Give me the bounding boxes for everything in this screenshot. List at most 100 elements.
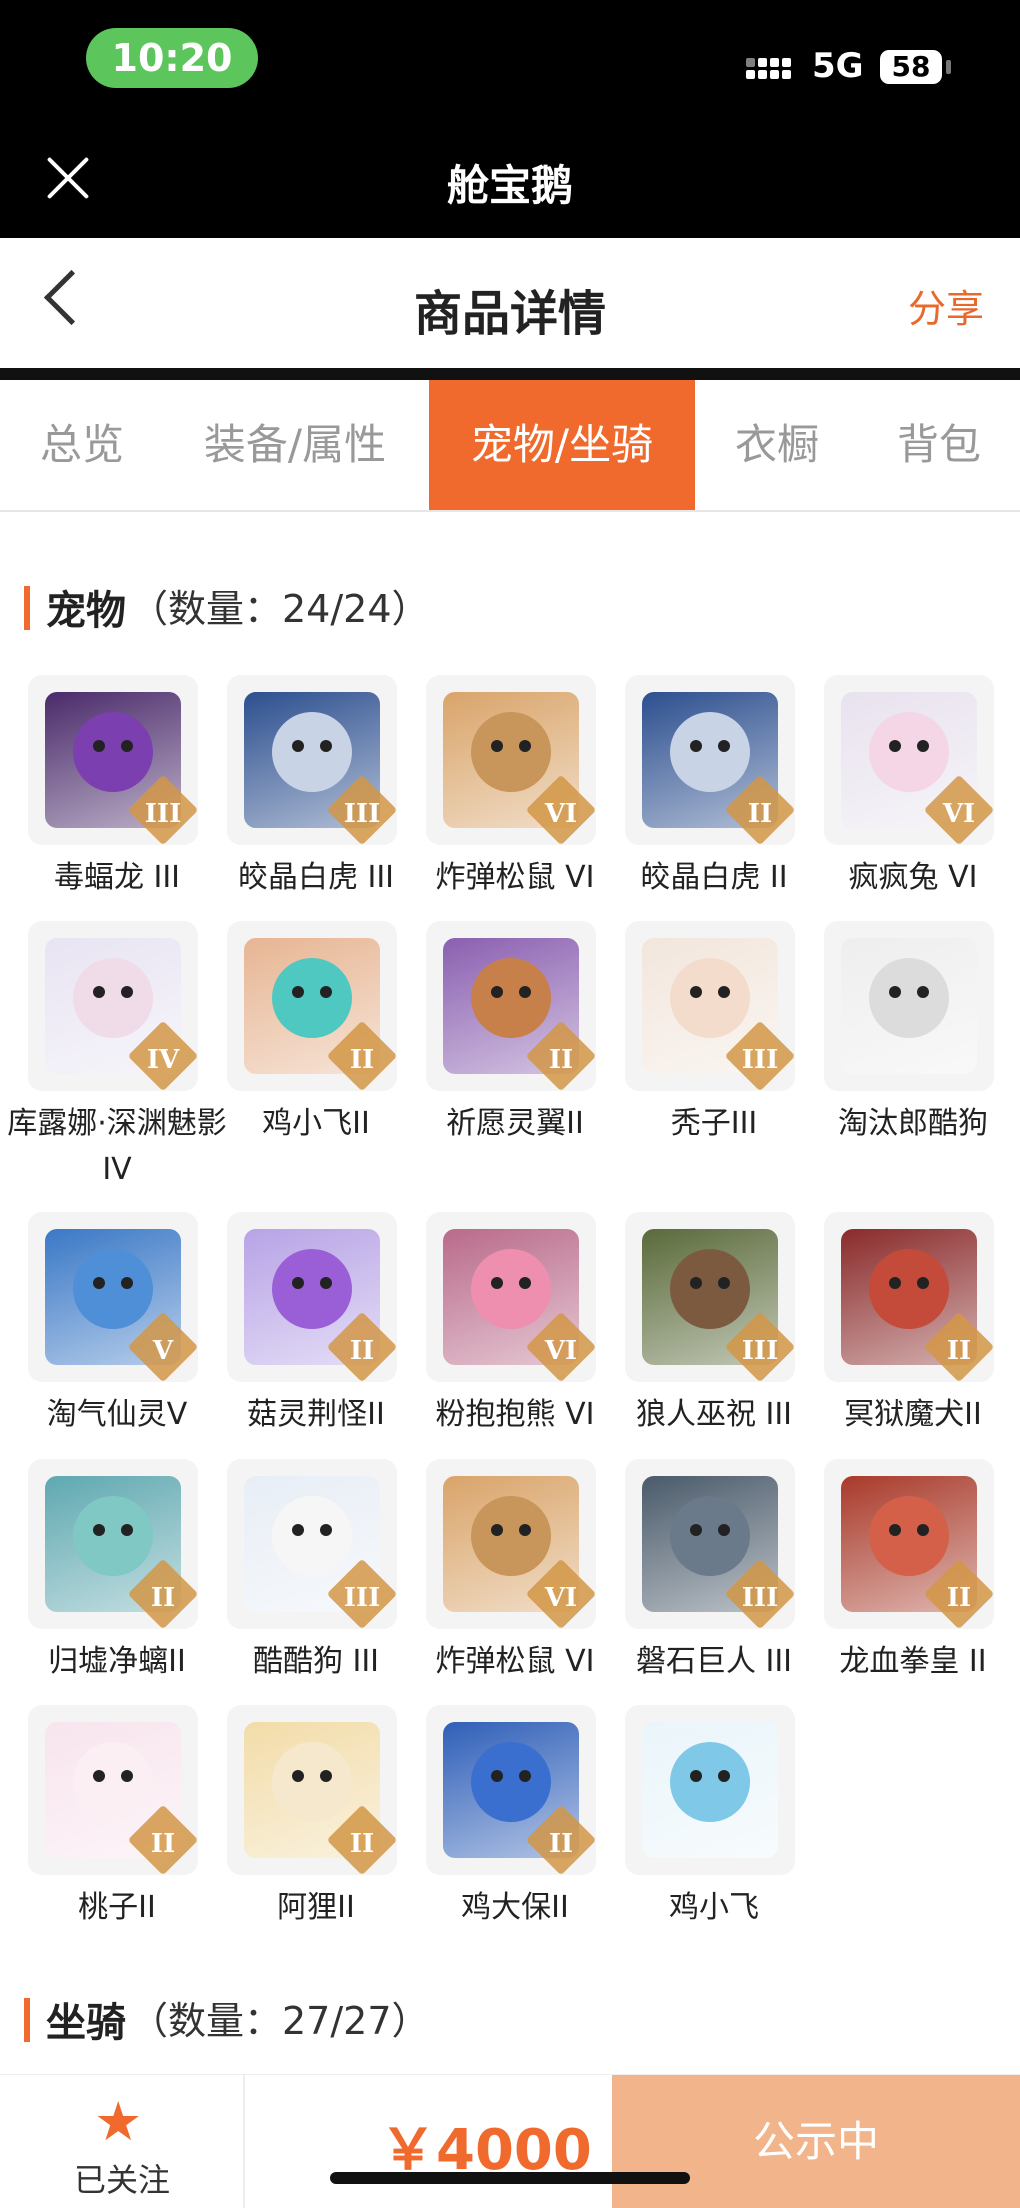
pet-thumbnail[interactable] <box>824 921 994 1091</box>
pet-name: 归墟净螭II <box>48 1644 186 1679</box>
pet-eye <box>491 1770 503 1782</box>
grade-badge-text: II <box>150 1583 176 1613</box>
pet-eye <box>889 1524 901 1536</box>
pet-eye <box>690 740 702 752</box>
status-button[interactable]: 公示中 <box>612 2075 1020 2208</box>
pet-thumbnail[interactable]: II <box>426 921 596 1091</box>
pet-thumbnail[interactable]: III <box>625 1459 795 1629</box>
app-title: 舱宝鹅 <box>446 161 573 210</box>
tab-overview[interactable]: 总览 <box>0 380 164 510</box>
pet-thumbnail[interactable]: II <box>227 1212 397 1382</box>
pet-name: 炸弹松鼠 VI <box>435 860 595 895</box>
pet-figure <box>471 1742 551 1822</box>
pet-eye <box>292 1524 304 1536</box>
pet-eye <box>93 1277 105 1289</box>
pet-thumbnail[interactable]: III <box>625 921 795 1091</box>
pet-name: 库露娜·深渊魅影IV <box>7 1106 227 1187</box>
grade-badge-text: II <box>946 1336 972 1366</box>
tab-pets-mounts[interactable]: 宠物/坐骑 <box>429 380 695 510</box>
pet-thumbnail[interactable]: II <box>227 921 397 1091</box>
star-icon[interactable]: ★ <box>94 2095 142 2149</box>
pet-thumbnail[interactable]: III <box>227 675 397 845</box>
tab-wardrobe[interactable]: 衣橱 <box>712 380 842 510</box>
pet-eye <box>519 1277 531 1289</box>
pet-name: 磐石巨人 III <box>635 1644 793 1679</box>
pet-eye <box>917 1524 929 1536</box>
pet-figure <box>73 958 153 1038</box>
pet-eye <box>320 1770 332 1782</box>
pet-thumbnail[interactable]: II <box>227 1705 397 1875</box>
pet-name: 粉抱抱熊 VI <box>435 1397 595 1432</box>
pet-figure <box>869 958 949 1038</box>
pet-eye <box>93 1770 105 1782</box>
pet-thumbnail[interactable]: II <box>824 1212 994 1382</box>
pet-figure <box>670 1249 750 1329</box>
section-count: （数量：24/24） <box>130 587 430 631</box>
pet-figure <box>670 1496 750 1576</box>
pet-eye <box>917 740 929 752</box>
pet-thumbnail[interactable]: III <box>625 1212 795 1382</box>
pet-eye <box>121 1277 133 1289</box>
pet-thumbnail[interactable]: IV <box>28 921 198 1091</box>
pet-thumbnail[interactable]: II <box>28 1705 198 1875</box>
pet-eye <box>491 740 503 752</box>
pet-thumbnail[interactable]: V <box>28 1212 198 1382</box>
pet-eye <box>690 986 702 998</box>
tab-equipment[interactable]: 装备/属性 <box>184 380 406 510</box>
pet-name: 桃子II <box>78 1890 156 1925</box>
signal-icon <box>746 56 802 86</box>
divider <box>0 368 1020 380</box>
grade-badge-text: VI <box>942 799 976 829</box>
pet-name: 冥狱魔犬II <box>844 1397 982 1432</box>
pet-thumbnail[interactable]: VI <box>426 1459 596 1629</box>
section-accent-bar <box>24 1998 30 2042</box>
pet-name: 炸弹松鼠 VI <box>435 1644 595 1679</box>
pet-figure <box>272 1742 352 1822</box>
pet-eye <box>320 740 332 752</box>
pet-figure <box>471 1249 551 1329</box>
tab-backpack[interactable]: 背包 <box>872 380 1006 510</box>
pet-eye <box>491 986 503 998</box>
grade-badge-text: II <box>548 1829 574 1859</box>
grade-badge-text: III <box>343 1583 381 1613</box>
grade-badge-text: III <box>741 1336 779 1366</box>
network-label: 5G <box>812 46 864 86</box>
pet-figure <box>670 712 750 792</box>
pet-eye <box>690 1770 702 1782</box>
pet-figure <box>73 1496 153 1576</box>
home-indicator <box>330 2172 690 2184</box>
share-button[interactable]: 分享 <box>908 278 984 333</box>
pet-name: 鸡大保II <box>461 1890 569 1925</box>
grade-badge-text: II <box>747 799 773 829</box>
pet-eye <box>889 986 901 998</box>
pet-eye <box>718 740 730 752</box>
pet-eye <box>519 740 531 752</box>
pet-eye <box>292 986 304 998</box>
pet-thumbnail[interactable] <box>625 1705 795 1875</box>
pet-thumbnail[interactable]: II <box>426 1705 596 1875</box>
pet-eye <box>121 1770 133 1782</box>
pet-thumbnail[interactable]: III <box>28 675 198 845</box>
grade-badge-text: IV <box>146 1045 180 1075</box>
pet-name: 秃子III <box>670 1106 758 1141</box>
grade-badge-text: VI <box>544 799 578 829</box>
pet-figure <box>73 1742 153 1822</box>
pet-thumbnail[interactable]: II <box>28 1459 198 1629</box>
pet-figure <box>471 958 551 1038</box>
page-header: 商品详情 分享 <box>0 238 1020 368</box>
pet-figure <box>471 1496 551 1576</box>
pet-eye <box>121 740 133 752</box>
pet-thumbnail[interactable]: VI <box>426 675 596 845</box>
grade-badge-text: VI <box>544 1583 578 1613</box>
tab-bar: 总览 装备/属性 宠物/坐骑 衣橱 背包 <box>0 380 1020 512</box>
pet-thumbnail[interactable]: VI <box>824 675 994 845</box>
pet-thumbnail[interactable]: II <box>824 1459 994 1629</box>
pet-eye <box>718 1277 730 1289</box>
pet-thumbnail[interactable]: VI <box>426 1212 596 1382</box>
pet-eye <box>519 1524 531 1536</box>
pet-figure <box>272 712 352 792</box>
pet-thumbnail[interactable]: III <box>227 1459 397 1629</box>
pet-thumbnail[interactable]: II <box>625 675 795 845</box>
pet-eye <box>292 1277 304 1289</box>
follow-label[interactable]: 已关注 <box>74 2155 170 2201</box>
